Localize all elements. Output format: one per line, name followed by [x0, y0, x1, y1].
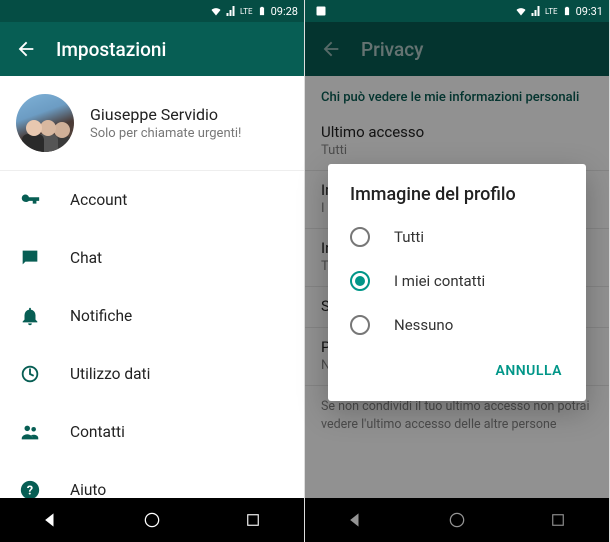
back-icon[interactable]: [12, 35, 40, 63]
bell-icon: [18, 304, 42, 328]
dialog-option-everyone[interactable]: Tutti: [328, 215, 586, 259]
avatar: [16, 94, 74, 152]
settings-item-label: Contatti: [70, 423, 125, 441]
contacts-icon: [18, 420, 42, 444]
battery-icon: [561, 5, 573, 17]
profile-status: Solo per chiamate urgenti!: [90, 126, 241, 141]
signal-icon: [530, 5, 542, 17]
help-icon: ?: [18, 478, 42, 498]
option-label: I miei contatti: [394, 272, 485, 290]
settings-item-label: Account: [70, 191, 127, 209]
page-title: Impostazioni: [56, 38, 166, 61]
status-bar: LTE 09:31: [305, 0, 609, 22]
nav-recent[interactable]: [242, 509, 264, 531]
settings-item-label: Notifiche: [70, 307, 132, 325]
settings-item-label: Aiuto: [70, 481, 106, 498]
status-bar: LTE 09:28: [0, 0, 304, 22]
radio-icon: [350, 315, 370, 335]
cancel-button[interactable]: ANNULLA: [486, 355, 572, 387]
nav-bar: [0, 498, 304, 542]
profile-name: Giuseppe Servidio: [90, 105, 241, 124]
settings-screen: LTE 09:28 Impostazioni Giuseppe Servidio…: [0, 0, 305, 542]
image-icon: [315, 5, 327, 17]
option-label: Nessuno: [394, 316, 453, 334]
settings-item-data[interactable]: Utilizzo dati: [0, 345, 304, 403]
wifi-icon: [515, 5, 527, 17]
settings-item-label: Chat: [70, 249, 102, 267]
lte-icon: LTE: [545, 5, 558, 17]
signal-icon: [225, 5, 237, 17]
radio-icon: [350, 227, 370, 247]
settings-item-help[interactable]: ? Aiuto: [0, 461, 304, 498]
settings-list: Account Chat Notifiche Utilizzo dati Con…: [0, 171, 304, 498]
lte-icon: LTE: [240, 5, 253, 17]
svg-text:?: ?: [27, 484, 33, 498]
profile-row[interactable]: Giuseppe Servidio Solo per chiamate urge…: [0, 76, 304, 171]
option-label: Tutti: [394, 228, 424, 246]
battery-icon: [256, 5, 268, 17]
dialog-title: Immagine del profilo: [328, 184, 586, 215]
radio-icon-selected: [350, 271, 370, 291]
wifi-icon: [210, 5, 222, 17]
data-icon: [18, 362, 42, 386]
settings-item-notifications[interactable]: Notifiche: [0, 287, 304, 345]
app-header: Impostazioni: [0, 22, 304, 76]
settings-item-label: Utilizzo dati: [70, 365, 150, 383]
dialog-option-contacts[interactable]: I miei contatti: [328, 259, 586, 303]
status-time: 09:28: [271, 5, 298, 18]
settings-item-contacts[interactable]: Contatti: [0, 403, 304, 461]
settings-item-account[interactable]: Account: [0, 171, 304, 229]
status-time: 09:31: [576, 5, 603, 18]
dialog-option-nobody[interactable]: Nessuno: [328, 303, 586, 347]
settings-item-chat[interactable]: Chat: [0, 229, 304, 287]
modal-scrim[interactable]: Immagine del profilo Tutti I miei contat…: [305, 22, 609, 542]
nav-home[interactable]: [141, 509, 163, 531]
privacy-screen: LTE 09:31 Privacy Chi può vedere le mie …: [305, 0, 610, 542]
profile-photo-dialog: Immagine del profilo Tutti I miei contat…: [328, 164, 586, 401]
key-icon: [18, 188, 42, 212]
chat-icon: [18, 246, 42, 270]
nav-back[interactable]: [40, 509, 62, 531]
